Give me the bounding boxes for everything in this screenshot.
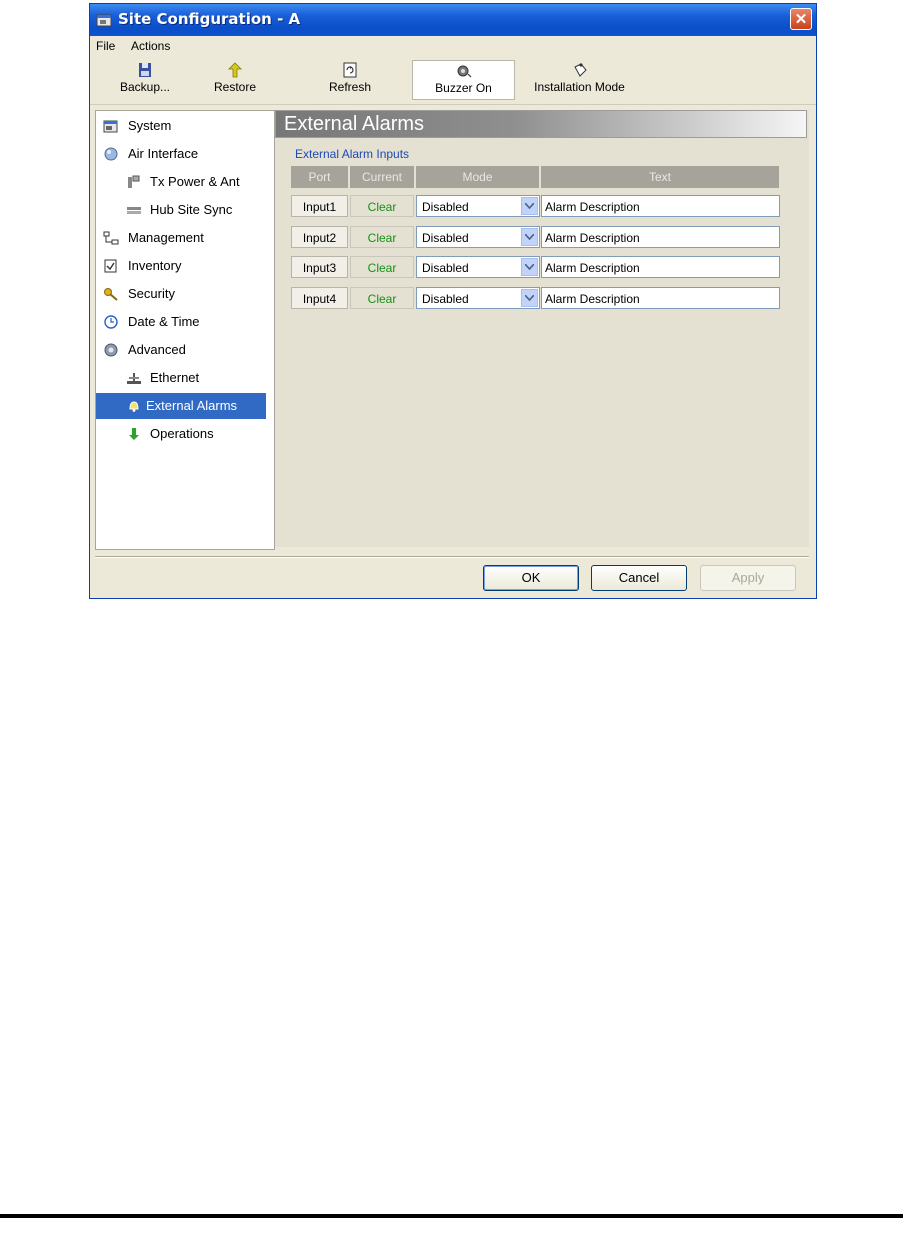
page-bottom-rule <box>0 1214 903 1218</box>
alarm-text-input[interactable]: Alarm Description <box>541 195 780 217</box>
chevron-down-icon[interactable] <box>521 197 538 215</box>
current-status-cell: Clear <box>350 195 414 217</box>
backup-label: Backup... <box>119 80 171 94</box>
security-icon <box>104 288 118 301</box>
mode-select[interactable]: Disabled <box>416 195 540 217</box>
clock-icon <box>104 315 118 329</box>
inventory-icon <box>104 259 117 273</box>
mode-value: Disabled <box>422 261 469 275</box>
current-status-cell: Clear <box>350 287 414 309</box>
installation-mode-label: Installation Mode <box>534 80 625 94</box>
air-interface-icon <box>104 147 118 161</box>
nav-label-inventory: Inventory <box>128 258 182 273</box>
nav-item-air-interface[interactable]: Air Interface <box>96 140 274 168</box>
nav-label-date-time: Date & Time <box>128 314 200 329</box>
window-title: Site Configuration - A <box>118 10 301 28</box>
close-button[interactable]: ✕ <box>790 8 812 30</box>
chevron-down-icon[interactable] <box>521 228 538 246</box>
backup-button[interactable]: Backup... <box>110 60 180 100</box>
restore-button[interactable]: Restore <box>200 60 270 100</box>
buzzer-on-button[interactable]: Buzzer On <box>412 60 515 100</box>
port-cell: Input3 <box>291 256 348 278</box>
alarm-bell-icon <box>129 401 139 412</box>
nav-item-management[interactable]: Management <box>96 224 274 252</box>
restore-up-arrow-icon <box>228 62 242 78</box>
column-header-text: Text <box>541 166 779 188</box>
management-icon <box>103 231 119 245</box>
nav-item-system[interactable]: System <box>96 112 274 140</box>
nav-label-ethernet: Ethernet <box>150 370 200 385</box>
nav-label-management: Management <box>128 230 204 245</box>
footer-divider-highlight <box>95 557 809 558</box>
nav-label-advanced: Advanced <box>128 342 186 357</box>
panel-header: External Alarms <box>275 110 807 138</box>
refresh-button[interactable]: Refresh <box>315 60 385 100</box>
nav-item-inventory[interactable]: Inventory <box>96 252 274 280</box>
port-cell: Input1 <box>291 195 348 217</box>
nav-item-hub-site-sync[interactable]: Hub Site Sync <box>96 196 274 224</box>
installation-mode-button[interactable]: Installation Mode <box>522 60 637 100</box>
nav-label-security: Security <box>128 286 175 301</box>
nav-label-external-alarms: External Alarms <box>96 393 266 419</box>
nav-item-external-alarms[interactable]: External Alarms <box>96 392 274 420</box>
apply-button[interactable]: Apply <box>700 565 796 591</box>
chevron-down-icon[interactable] <box>521 258 538 276</box>
column-header-mode: Mode <box>416 166 539 188</box>
alarm-text-input[interactable]: Alarm Description <box>541 226 780 248</box>
menu-bar: File Actions <box>90 36 816 56</box>
column-header-current: Current <box>350 166 414 188</box>
advanced-icon <box>104 343 118 357</box>
nav-label-operations: Operations <box>150 426 214 441</box>
floppy-disk-icon <box>139 63 151 77</box>
mode-value: Disabled <box>422 200 469 214</box>
buzzer-label: Buzzer On <box>435 81 492 95</box>
column-header-port: Port <box>291 166 348 188</box>
navigation-tree: System Air Interface Tx Power & Ant Hub … <box>95 110 275 550</box>
current-status-cell: Clear <box>350 256 414 278</box>
mode-select[interactable]: Disabled <box>416 226 540 248</box>
installation-mode-icon <box>573 63 587 77</box>
current-status-cell: Clear <box>350 226 414 248</box>
port-cell: Input4 <box>291 287 348 309</box>
alarm-text-input[interactable]: Alarm Description <box>541 287 780 309</box>
chevron-down-icon[interactable] <box>521 289 538 307</box>
hub-sync-icon <box>127 207 141 214</box>
nav-item-tx-power[interactable]: Tx Power & Ant <box>96 168 274 196</box>
restore-label: Restore <box>213 80 257 94</box>
nav-item-operations[interactable]: Operations <box>96 420 274 448</box>
nav-label-tx-power: Tx Power & Ant <box>150 174 240 189</box>
cancel-button[interactable]: Cancel <box>591 565 687 591</box>
buzzer-icon <box>457 65 471 78</box>
menu-file[interactable]: File <box>96 39 115 53</box>
nav-item-date-time[interactable]: Date & Time <box>96 308 274 336</box>
nav-item-security[interactable]: Security <box>96 280 274 308</box>
nav-label-system: System <box>128 118 172 133</box>
nav-label-air-interface: Air Interface <box>128 146 199 161</box>
ok-button[interactable]: OK <box>483 565 579 591</box>
title-bar[interactable]: Site Configuration - A ✕ <box>90 4 816 36</box>
nav-item-ethernet[interactable]: Ethernet <box>96 364 274 392</box>
alarm-text-input[interactable]: Alarm Description <box>541 256 780 278</box>
nav-item-advanced[interactable]: Advanced <box>96 336 274 364</box>
system-icon <box>103 120 118 133</box>
tx-power-icon <box>128 175 140 188</box>
operations-arrow-icon <box>129 428 139 440</box>
mode-value: Disabled <box>422 292 469 306</box>
app-window-icon <box>96 14 112 27</box>
external-alarms-panel: External Alarms External Alarm Inputs Po… <box>275 110 809 547</box>
mode-select[interactable]: Disabled <box>416 256 540 278</box>
menu-actions[interactable]: Actions <box>131 39 170 53</box>
refresh-icon <box>343 62 357 78</box>
toolbar: Backup... Restore Refresh Buzzer On Inst… <box>90 56 816 105</box>
ethernet-icon <box>127 373 141 384</box>
nav-label-hub-site-sync: Hub Site Sync <box>150 202 233 217</box>
refresh-label: Refresh <box>328 80 372 94</box>
section-label: External Alarm Inputs <box>295 147 410 161</box>
mode-value: Disabled <box>422 231 469 245</box>
mode-select[interactable]: Disabled <box>416 287 540 309</box>
panel-title: External Alarms <box>284 113 425 135</box>
port-cell: Input2 <box>291 226 348 248</box>
